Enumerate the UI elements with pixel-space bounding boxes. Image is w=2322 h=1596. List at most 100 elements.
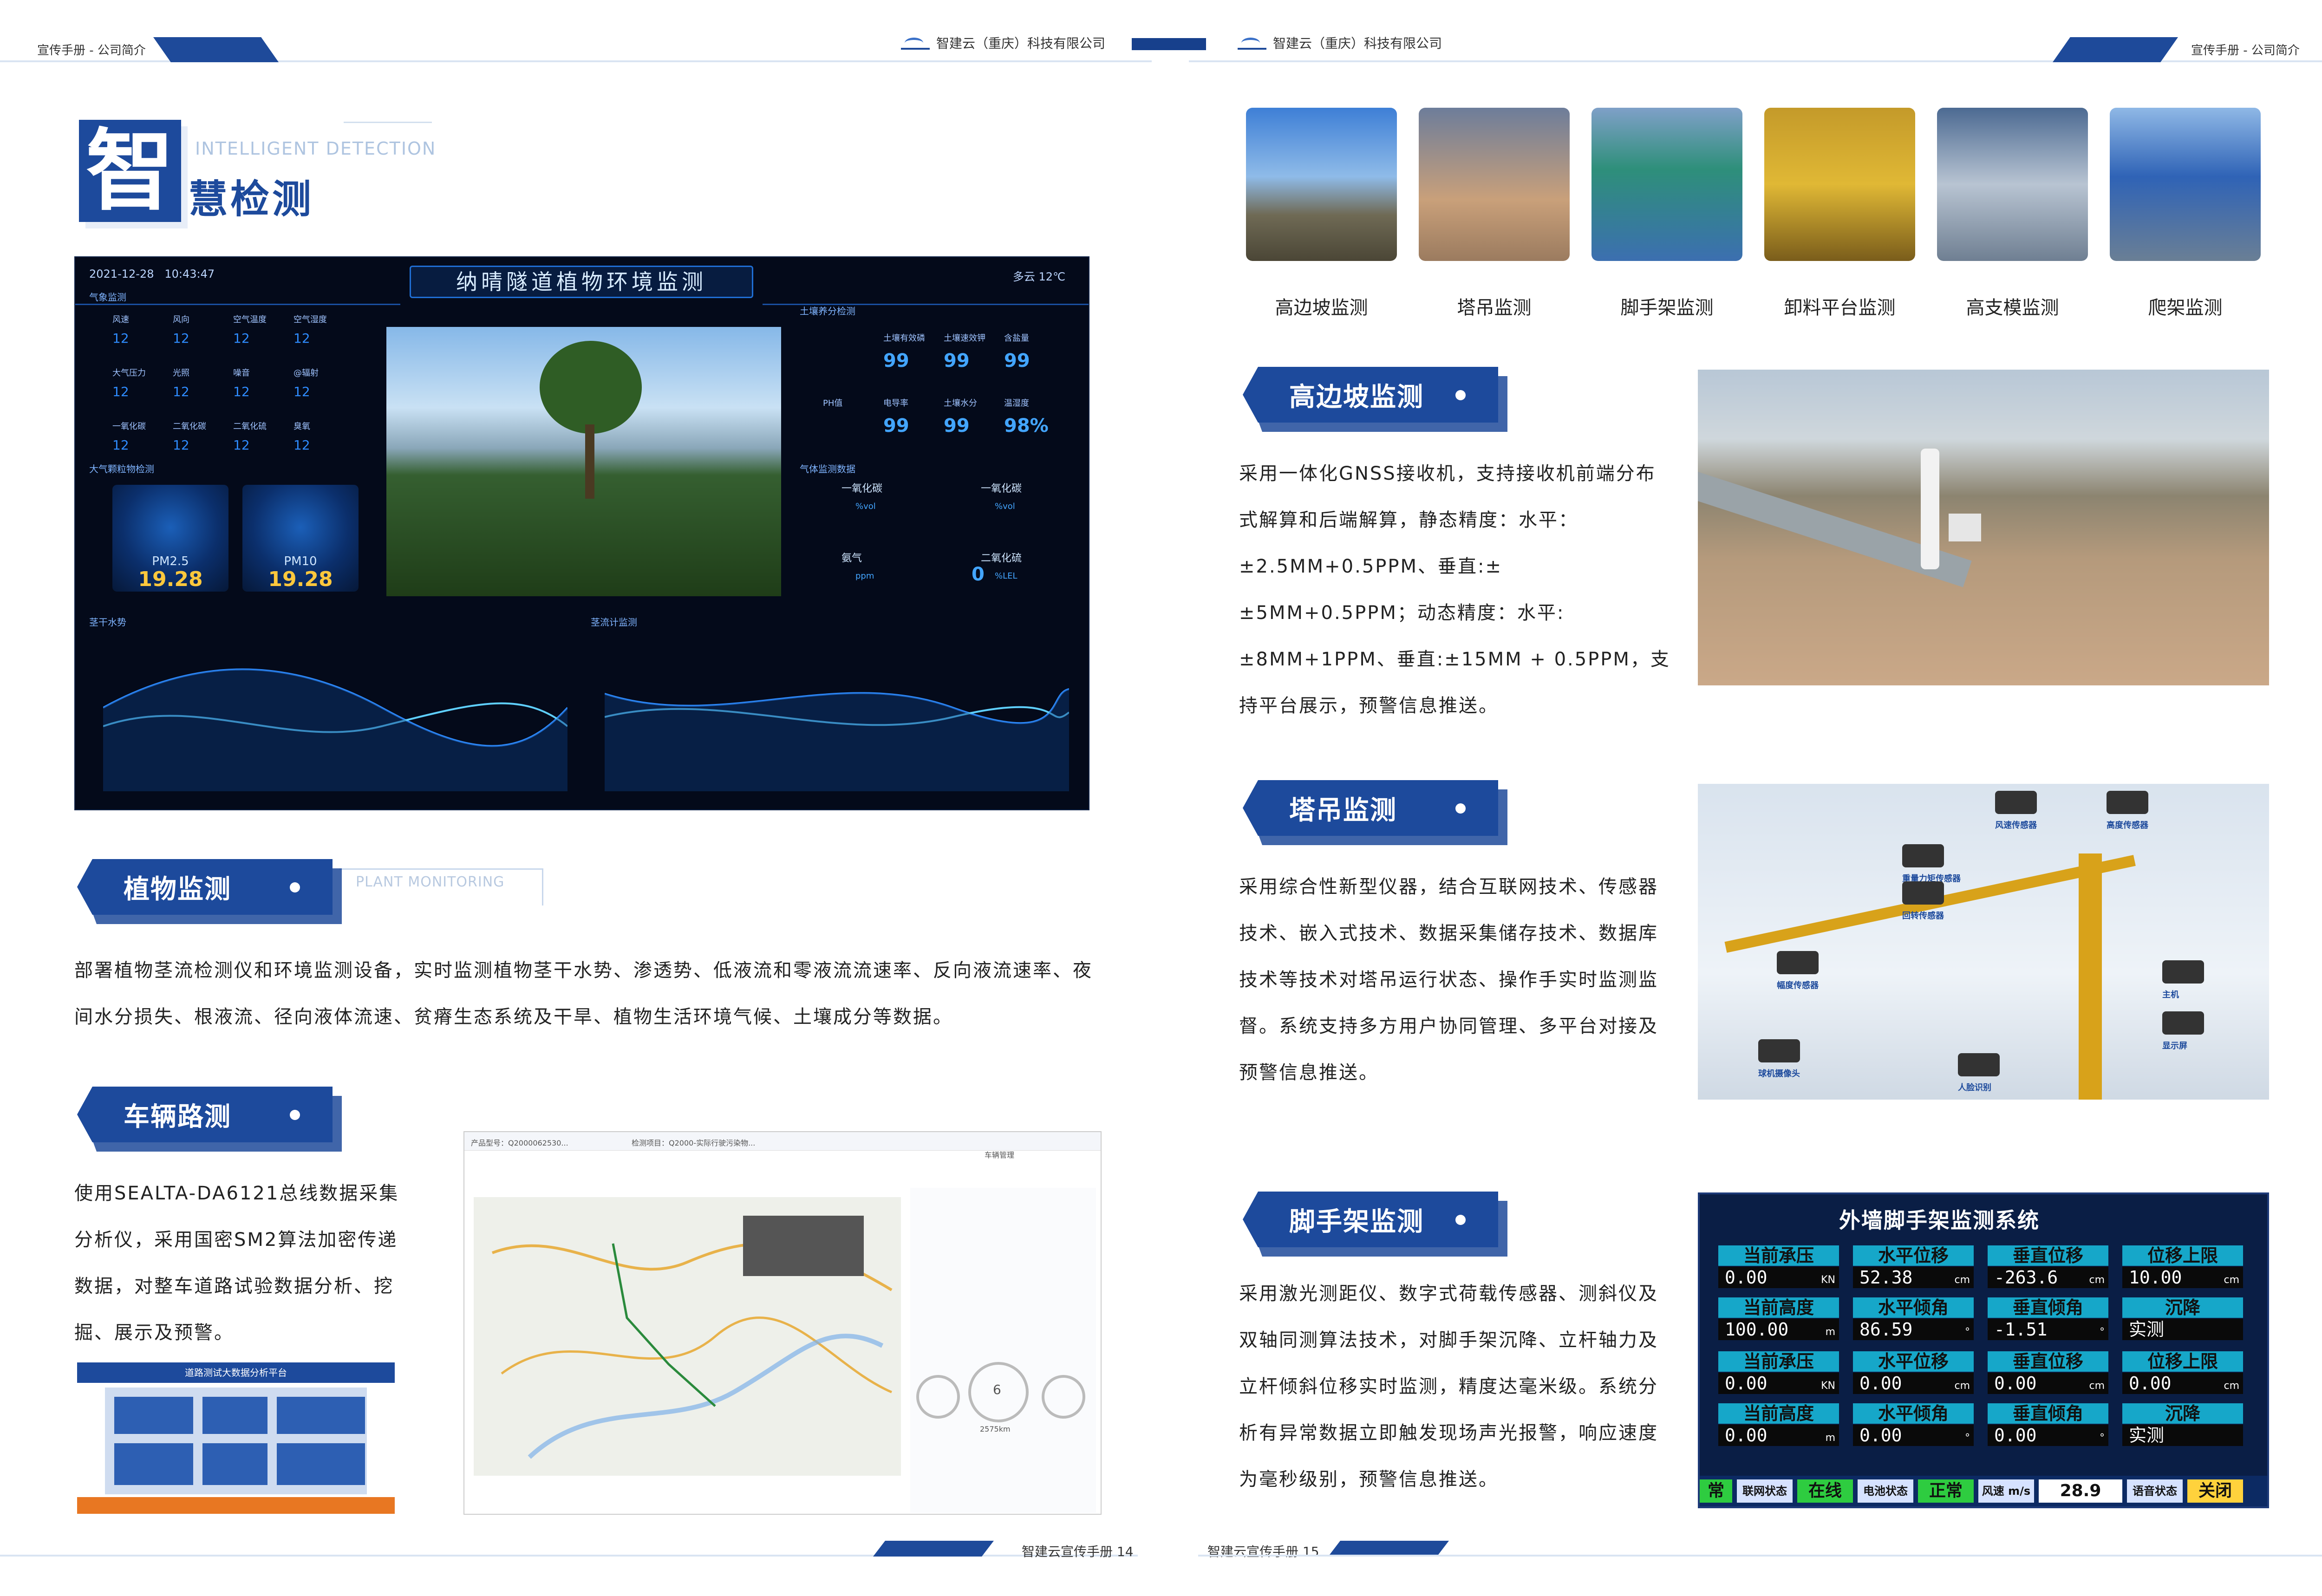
scaffold-cell: 垂直位移 0.00 cm [1988, 1351, 2108, 1396]
scaffold-cell: 垂直倾角 -1.51 ° [1988, 1297, 2108, 1342]
thumb-label: 爬架监测 [2148, 297, 2223, 319]
scaffold-screen-photo: 外墙脚手架监测系统 当前承压 0.00 KN 水平位移 52.38 cm 垂直位移 -263.… [1698, 1192, 2269, 1508]
gnss-box [1949, 514, 1981, 541]
sensor-device-icon [2162, 960, 2204, 984]
soil-label: 含盐量 [1004, 333, 1029, 343]
gauge-distance: 2575km [980, 1425, 1011, 1433]
scaffold-cell: 当前高度 100.00 m [1718, 1297, 1839, 1342]
side-gauges-svg [916, 1362, 1085, 1422]
slope-heading: 高边坡监测 [1243, 367, 1507, 432]
heading-dot-icon [1455, 390, 1466, 400]
scaffold-cell: 当前承压 0.00 KN [1718, 1351, 1839, 1396]
scaffold-status-item: 在线 [1797, 1479, 1853, 1503]
sensor-device-icon [1777, 951, 1819, 974]
scaffold-cell: 沉降 实测 [2122, 1403, 2243, 1448]
scaffold-cell-header: 位移上限 [2122, 1245, 2243, 1266]
footer-left-page: 智建云宣传手册 14 [1022, 1544, 1134, 1559]
scaffold-cell-header: 位移上限 [2122, 1351, 2243, 1372]
crane-callout-label: 主机 [2162, 990, 2179, 1000]
scaffold-heading: 脚手架监测 [1243, 1192, 1507, 1257]
weather-value: 12 [173, 331, 189, 346]
header-tab-right [2053, 37, 2178, 62]
thumb-label: 脚手架监测 [1620, 297, 1714, 319]
thumb-image [2110, 108, 2261, 261]
scaffold-cell: 沉降 实测 [2122, 1297, 2243, 1342]
weather-label: 光照 [173, 368, 189, 378]
crane-callout-label: 显示屏 [2162, 1041, 2187, 1051]
vehicle-architecture-image: 道路测试大数据分析平台 [77, 1362, 395, 1514]
scaffold-cell-header: 当前高度 [1718, 1297, 1839, 1318]
scaffold-cell-unit: KN [1821, 1274, 1835, 1286]
scaffold-cell-header: 水平位移 [1853, 1245, 1974, 1266]
route-map [474, 1197, 901, 1476]
gas-unit: ppm [855, 571, 874, 581]
scaffold-cell-header: 垂直倾角 [1988, 1297, 2108, 1318]
scaffold-cell-header: 当前高度 [1718, 1403, 1839, 1424]
weather-value: 12 [294, 384, 310, 399]
arch-title: 道路测试大数据分析平台 [77, 1362, 395, 1383]
scaffold-status-item: 关闭 [2187, 1479, 2243, 1503]
scaffold-screen-title: 外墙脚手架监测系统 [1839, 1208, 2040, 1233]
scaffold-cell-header: 垂直倾角 [1988, 1403, 2108, 1424]
pm10-label: PM10 [284, 554, 317, 568]
crane-callout-label: 球机摄像头 [1758, 1069, 1800, 1079]
dash-title: 纳晴隧道植物环境监测 [410, 266, 753, 298]
title-big-char: 智 [79, 120, 181, 222]
weather-value: 12 [233, 331, 250, 346]
scaffold-cell-unit: cm [2089, 1380, 2105, 1392]
header-left-text: 宣传手册 - 公司简介 [37, 44, 146, 58]
tree-shape [540, 341, 642, 434]
arch-block [202, 1397, 267, 1434]
dash-frame-line [75, 304, 400, 305]
scaffold-status-item: 28.9 [2039, 1479, 2122, 1503]
map-tab: 车辆管理 [985, 1151, 1015, 1160]
gas-label: 一氧化碳 [841, 483, 883, 495]
scaffold-cell: 当前承压 0.00 KN [1718, 1245, 1839, 1290]
dash-gas-section: 气体监测数据 [800, 463, 855, 475]
crane-callout-label: 幅度传感器 [1777, 981, 1819, 990]
weather-value: 12 [233, 384, 250, 399]
title-english: INTELLIGENT DETECTION [195, 138, 437, 159]
dash-soil-section: 土壤养分检测 [800, 306, 855, 317]
weather-value: 12 [294, 437, 310, 453]
sensor-device-icon [2107, 791, 2148, 814]
company-logo-icon [901, 36, 930, 50]
scaffold-cell-unit: ° [2100, 1326, 2105, 1338]
soil-value: 99 [944, 350, 970, 371]
heading-dot-icon [1455, 803, 1466, 814]
footer-line-right [1198, 1555, 2322, 1557]
scaffold-cell: 水平位移 52.38 cm [1853, 1245, 1974, 1290]
scaffold-body: 采用激光测距仪、数字式荷载传感器、测斜仪及双轴同测算法技术，对脚手架沉降、立杆轴… [1239, 1283, 1658, 1490]
scaffold-cell-value: 0.00 [1718, 1425, 1839, 1446]
company-logo-icon [1238, 36, 1266, 50]
route-map-svg [491, 1216, 893, 1459]
arch-bottom-bar [77, 1497, 395, 1514]
vehicle-map-image: 产品型号：Q2000062530... 检测项目：Q2000-实际行驶污染物..… [463, 1131, 1102, 1515]
scaffold-cell-header: 垂直位移 [1988, 1245, 2108, 1266]
crane-heading-label: 塔吊监测 [1289, 795, 1397, 826]
thumb-image [1246, 108, 1397, 261]
header-tab-left [153, 37, 279, 62]
dash-flow-section: 茎流计监测 [591, 617, 637, 628]
flow-wave-chart [605, 688, 1069, 791]
page-title: 慧检测 [189, 176, 314, 222]
weather-label: 一氧化碳 [112, 422, 146, 431]
scaffold-cell: 位移上限 0.00 cm [2122, 1351, 2243, 1396]
sensor-device-icon [1758, 1039, 1800, 1062]
plant-heading: 植物监测 [77, 859, 342, 924]
map-header-left: 产品型号：Q2000062530... [471, 1139, 568, 1147]
crane-heading: 塔吊监测 [1243, 780, 1507, 845]
scaffold-cell: 垂直位移 -263.6 cm [1988, 1245, 2108, 1290]
weather-label: @辐射 [294, 368, 319, 378]
scaffold-cell: 水平倾角 0.00 ° [1853, 1403, 1974, 1448]
soil-label: 温湿度 [1004, 398, 1029, 408]
pm25-label: PM2.5 [152, 554, 189, 568]
crane-callout-label: 人脸识别 [1958, 1083, 1991, 1093]
scaffold-cell: 当前高度 0.00 m [1718, 1403, 1839, 1448]
sensor-device-icon [1902, 844, 1944, 867]
scaffold-cell-unit: ° [1965, 1326, 1970, 1338]
soil-value: 98% [1004, 415, 1049, 436]
scaffold-status-item: 联网状态 [1737, 1479, 1793, 1503]
sensor-device-icon [1958, 1053, 2000, 1076]
arch-block [114, 1443, 193, 1485]
